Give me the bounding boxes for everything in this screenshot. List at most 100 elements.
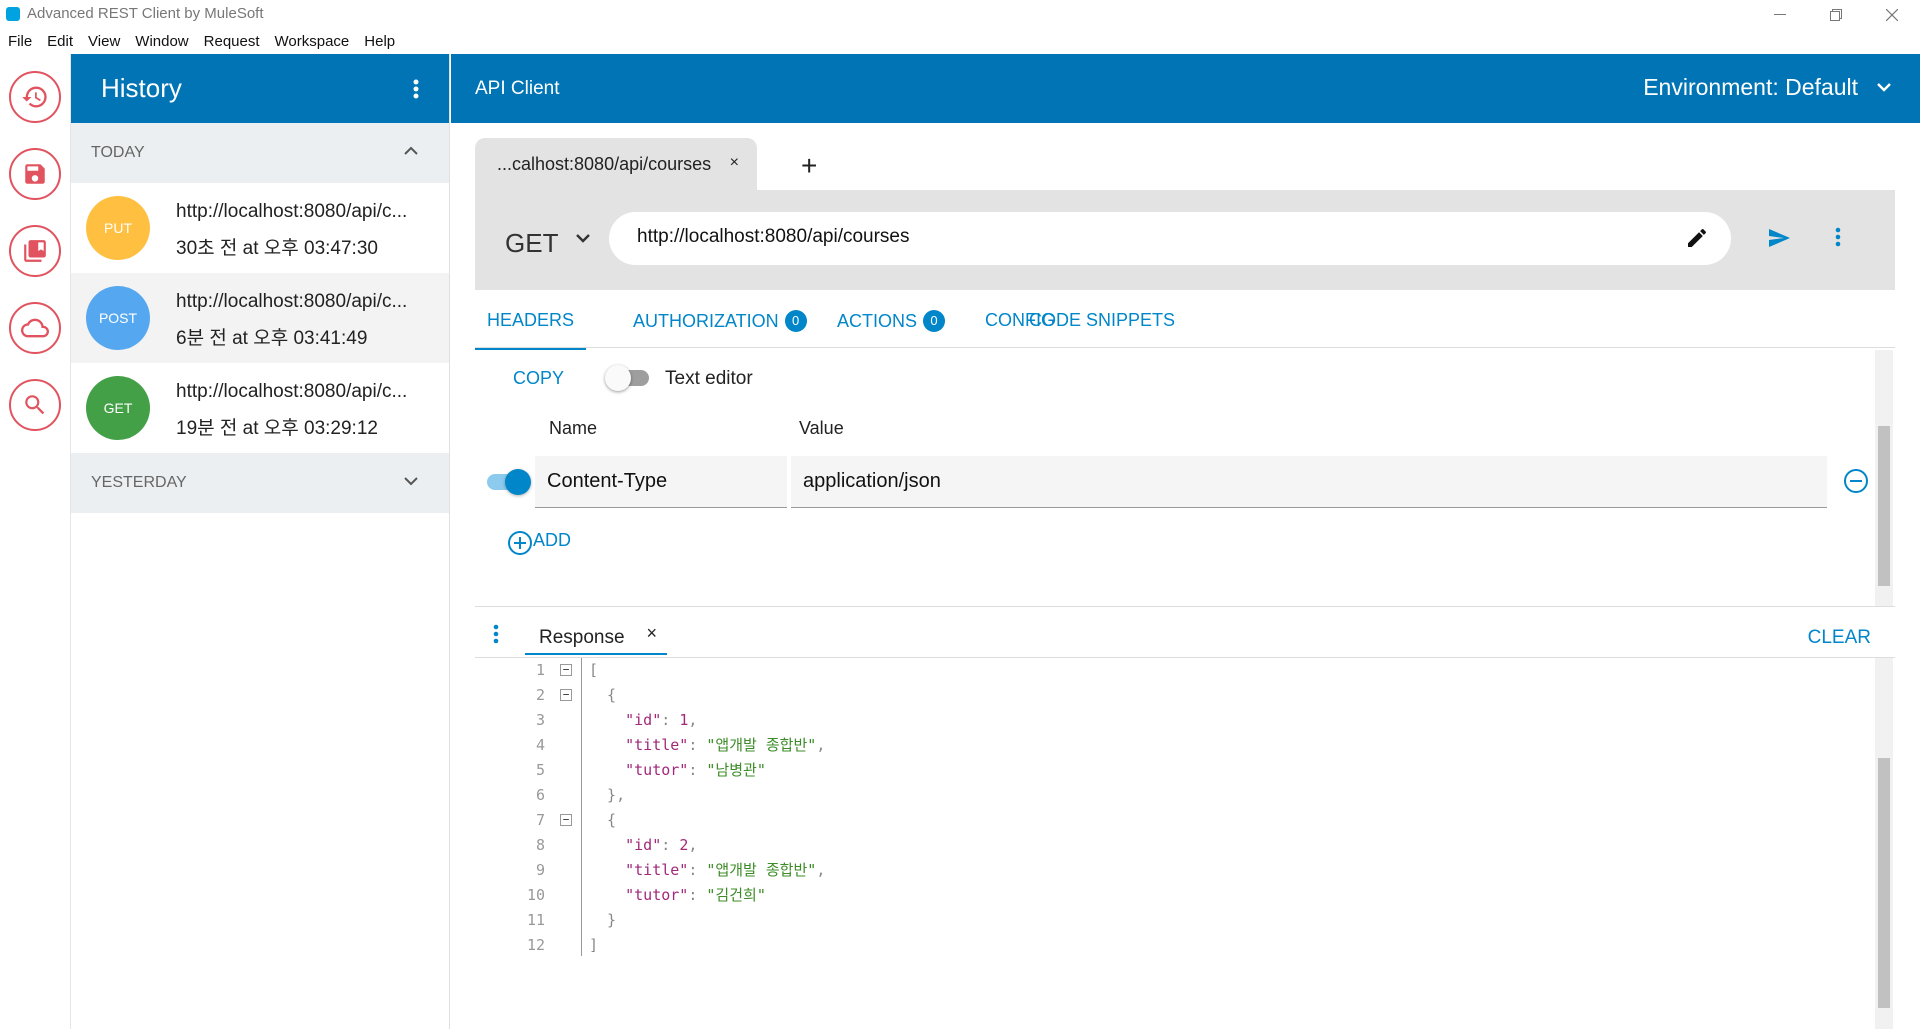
line-number: 2 [535,686,545,704]
chevron-down-icon[interactable] [1876,80,1892,94]
navigation-rail [0,54,71,1029]
edit-icon[interactable] [1685,226,1709,250]
name-column-header: Name [549,418,598,438]
app-toolbar: API Client Environment: Default [451,54,1920,123]
history-sidebar: History TODAY PUT http://localhost:8080/… [71,54,450,1029]
projects-button[interactable] [9,225,61,277]
request-tabs: ...calhost:8080/api/courses × + [475,138,1895,194]
code-line: "title": "앱개발 종합반", [625,861,826,879]
menu-window[interactable]: Window [135,33,188,50]
menu-help[interactable]: Help [364,33,395,50]
saved-button[interactable] [9,148,61,200]
history-url: http://localhost:8080/api/c... [176,201,408,222]
close-icon[interactable]: × [730,154,739,172]
code-line: [ [589,661,599,679]
response-toolbar: Response × CLEAR [475,606,1895,658]
line-number: 11 [526,911,545,929]
text-editor-label: Text editor [665,368,753,389]
sidebar-title: History [101,73,182,103]
tab-actions[interactable]: ACTIONS 0 [837,310,946,332]
header-value-field[interactable]: application/json [791,456,1827,508]
restore-button[interactable] [1808,0,1864,29]
section-yesterday[interactable]: YESTERDAY [71,453,449,513]
more-vert-icon[interactable] [493,623,499,645]
value-column-header: Value [799,418,844,438]
send-icon[interactable] [1765,226,1793,250]
history-url: http://localhost:8080/api/c... [176,291,408,312]
line-number: 12 [526,936,545,954]
history-icon [22,86,47,108]
response-tab-label: Response [539,627,625,648]
copy-button[interactable]: COPY [513,368,564,389]
line-number: 10 [526,886,545,904]
close-window-button[interactable] [1864,0,1920,29]
request-editor-tabs: HEADERS AUTHORIZATION 0 ACTIONS 0 CONFIG C… [474,298,1895,350]
environment-selector[interactable]: Environment: Default [1643,74,1858,101]
code-line: "tutor": "김건희" [625,886,766,904]
line-number: 8 [535,836,545,854]
method-selector[interactable]: GET [505,228,558,259]
more-vert-icon[interactable] [1835,226,1841,248]
line-number: 7 [535,811,545,829]
add-header-button[interactable]: ADD [533,530,571,551]
add-circle-icon [508,531,532,555]
section-yesterday-label: YESTERDAY [91,474,187,491]
menu-workspace[interactable]: Workspace [275,33,350,50]
saved-requests-icon [24,240,46,262]
add-tab-button[interactable]: + [801,150,817,182]
url-input[interactable] [637,226,1637,248]
request-tab-label: ...calhost:8080/api/courses [497,153,712,174]
headers-scrollbar[interactable] [1875,350,1893,606]
title-bar: Advanced REST Client by MuleSoft [0,0,1920,29]
history-item[interactable]: GET http://localhost:8080/api/c... 19분 전… [71,363,449,453]
history-time: 6분 전 at 오후 03:41:49 [176,328,368,349]
history-time: 30초 전 at 오후 03:47:30 [176,238,378,259]
search-button[interactable] [9,379,61,431]
url-field[interactable] [609,212,1731,265]
method-badge: GET [86,376,150,440]
code-line: "tutor": "남병관" [625,761,766,779]
history-item[interactable]: PUT http://localhost:8080/api/c... 30초 전… [71,183,449,273]
code-line: ] [589,936,599,954]
remove-circle-icon[interactable] [1843,468,1869,494]
section-today[interactable]: TODAY [71,123,449,183]
line-number: 3 [535,711,545,729]
tab-headers[interactable]: HEADERS [474,310,587,350]
history-item[interactable]: POST http://localhost:8080/api/c... 6분 전… [71,273,449,363]
window-title: Advanced REST Client by MuleSoft [27,5,264,22]
chevron-down-icon[interactable] [575,232,591,246]
count-badge: 0 [923,310,946,332]
history-button[interactable] [9,71,61,123]
cloud-button[interactable] [9,302,61,354]
menu-request[interactable]: Request [204,33,260,50]
response-body: 1 2 3 4 5 6 7 8 9 10 11 12 − − − [ { "id… [475,658,1895,1029]
fold-toggle[interactable]: − [560,664,572,676]
tab-authorization[interactable]: AUTHORIZATION 0 [633,310,807,332]
close-icon[interactable]: × [646,623,657,644]
history-time: 19분 전 at 오후 03:29:12 [176,418,378,439]
response-scrollbar[interactable] [1875,658,1893,1029]
fold-toggle[interactable]: − [560,814,572,826]
request-tab[interactable]: ...calhost:8080/api/courses × [475,138,757,190]
menu-file[interactable]: File [8,33,32,50]
tab-code-snippets[interactable]: CODE SNIPPETS [1029,310,1175,331]
code-line: "id": 1, [625,711,698,729]
count-badge: 0 [784,310,807,332]
clear-button[interactable]: CLEAR [1808,627,1871,649]
more-vert-icon[interactable] [413,79,419,99]
text-editor-toggle[interactable] [605,365,649,391]
save-icon [25,164,45,184]
menu-view[interactable]: View [88,33,120,50]
chevron-up-icon [404,146,418,155]
method-badge: POST [86,286,150,350]
code-line: { [589,811,617,829]
minimize-button[interactable] [1752,0,1808,29]
header-enabled-toggle[interactable] [487,469,531,495]
header-name-field[interactable]: Content-Type [535,456,787,508]
response-tab[interactable]: Response × [525,621,667,655]
menu-bar: File Edit View Window Request Workspace … [0,29,1920,54]
code-line: { [589,686,617,704]
menu-edit[interactable]: Edit [47,33,73,50]
app-icon [6,7,20,21]
fold-toggle[interactable]: − [560,689,572,701]
